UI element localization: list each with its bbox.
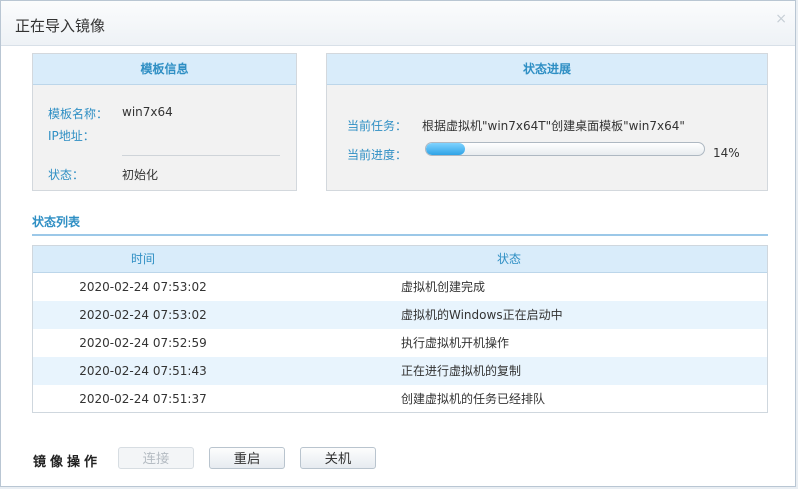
progress-header: 状态进展 (327, 54, 767, 85)
ip-address-label: IP地址： (48, 129, 95, 143)
row-status: 正在进行虚拟机的复制 (401, 364, 522, 378)
current-progress-label: 当前进度： (347, 148, 408, 162)
import-image-dialog: 正在导入镜像 × 模板信息 模板名称： win7x64 IP地址： 状态： 初始… (0, 0, 796, 487)
template-name-value: win7x64 (122, 105, 173, 119)
status-list-rule (32, 234, 768, 236)
status-list-title: 状态列表 (32, 215, 81, 229)
template-name-label: 模板名称： (48, 107, 109, 121)
table-row: 2020-02-24 07:51:37 创建虚拟机的任务已经排队 (33, 385, 767, 412)
close-icon[interactable]: × (775, 11, 787, 27)
template-info-header: 模板信息 (33, 54, 296, 85)
status-value: 初始化 (122, 168, 159, 182)
progress-fill (426, 143, 465, 155)
table-row: 2020-02-24 07:52:59 执行虚拟机开机操作 (33, 329, 767, 357)
current-task-label: 当前任务： (347, 119, 408, 133)
row-time: 2020-02-24 07:51:43 (79, 364, 207, 378)
row-status: 虚拟机创建完成 (401, 280, 486, 294)
restart-button[interactable]: 重启 (209, 447, 285, 469)
info-divider (122, 155, 280, 156)
row-status: 创建虚拟机的任务已经排队 (401, 392, 546, 406)
row-status: 虚拟机的Windows正在启动中 (401, 308, 563, 322)
table-row: 2020-02-24 07:51:43 正在进行虚拟机的复制 (33, 357, 767, 385)
current-task-value: 根据虚拟机"win7x64T"创建桌面模板"win7x64" (422, 119, 685, 133)
row-status: 执行虚拟机开机操作 (401, 336, 510, 350)
image-operations-label: 镜像操作 (33, 455, 102, 470)
table-row: 2020-02-24 07:53:02 虚拟机创建完成 (33, 273, 767, 301)
connect-button[interactable]: 连接 (118, 447, 194, 469)
progress-bar (425, 142, 705, 156)
dialog-title: 正在导入镜像 (15, 17, 106, 35)
progress-percent: 14% (713, 146, 740, 160)
row-time: 2020-02-24 07:51:37 (79, 392, 207, 406)
dialog-titlebar: 正在导入镜像 × (1, 1, 795, 46)
shutdown-button[interactable]: 关机 (300, 447, 376, 469)
template-info-panel: 模板信息 模板名称： win7x64 IP地址： 状态： 初始化 (32, 53, 297, 191)
row-time: 2020-02-24 07:52:59 (79, 336, 207, 350)
column-status: 状态 (496, 252, 521, 266)
table-header: 时间 状态 (33, 246, 767, 273)
table-row: 2020-02-24 07:53:02 虚拟机的Windows正在启动中 (33, 301, 767, 329)
status-table: 时间 状态 2020-02-24 07:53:02 虚拟机创建完成 2020-0… (32, 245, 768, 413)
row-time: 2020-02-24 07:53:02 (79, 280, 207, 294)
row-time: 2020-02-24 07:53:02 (79, 308, 207, 322)
progress-panel: 状态进展 当前任务： 根据虚拟机"win7x64T"创建桌面模板"win7x64… (326, 53, 768, 191)
status-label: 状态： (48, 168, 85, 182)
